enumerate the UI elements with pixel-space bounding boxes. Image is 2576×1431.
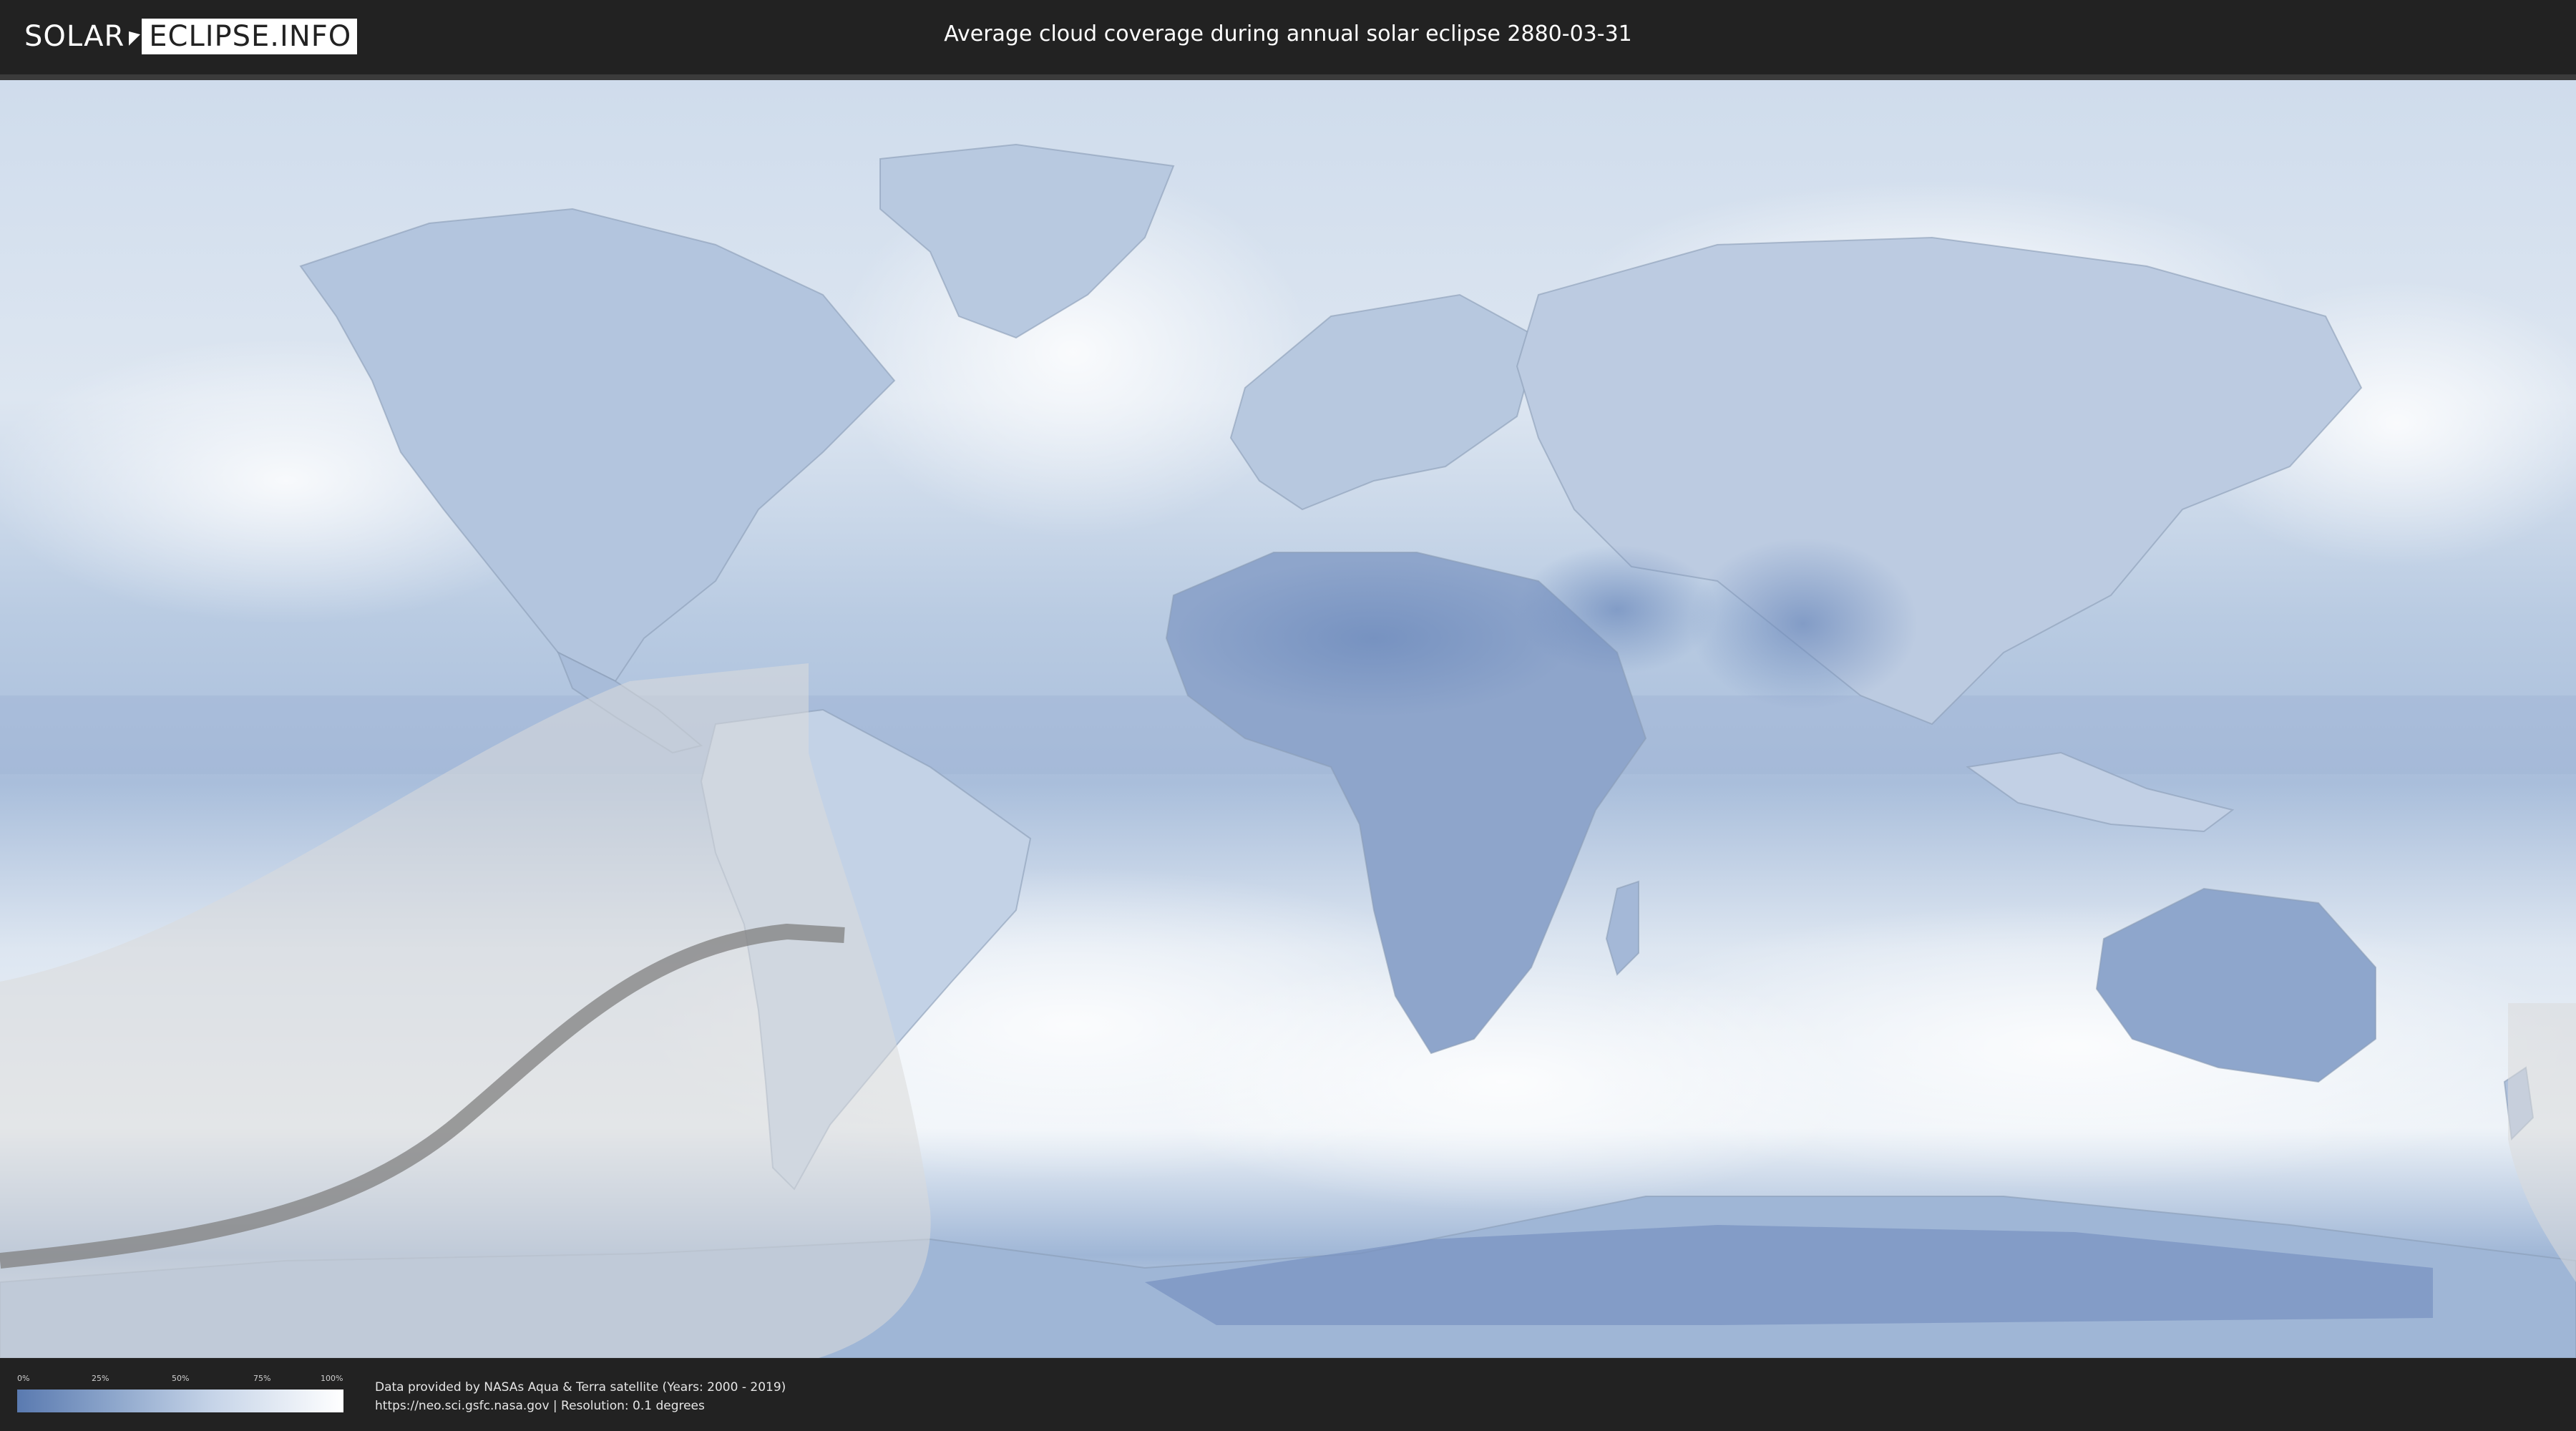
legend-tick-25: 25% [92,1374,109,1383]
footer-bar: 0% 25% 50% 75% 100% Data provided by NAS… [0,1358,2576,1431]
credits-line-url[interactable]: https://neo.sci.gsfc.nasa.gov | Resoluti… [375,1397,786,1415]
legend-tick-100: 100% [321,1374,343,1383]
legend-tick-0: 0% [17,1374,30,1383]
clear-india [1689,538,1918,710]
clear-sahara [1174,560,1574,717]
data-credits: Data provided by NASAs Aqua & Terra sate… [375,1378,786,1415]
page: SOLAR ECLIPSE.INFO Average cloud coverag… [0,0,2576,1431]
header-bar: SOLAR ECLIPSE.INFO Average cloud coverag… [0,0,2576,72]
legend-tick-75: 75% [253,1374,271,1383]
legend-gradient-bar [17,1390,343,1412]
page-title: Average cloud coverage during annual sol… [944,21,1632,47]
cloud-coverage-map [0,80,2576,1358]
map-frame [0,74,2576,1358]
legend-tick-50: 50% [172,1374,190,1383]
cloud-coverage-legend: 0% 25% 50% 75% 100% [17,1374,343,1414]
credits-line-source: Data provided by NASAs Aqua & Terra sate… [375,1380,786,1395]
clear-arabia [1517,545,1717,674]
